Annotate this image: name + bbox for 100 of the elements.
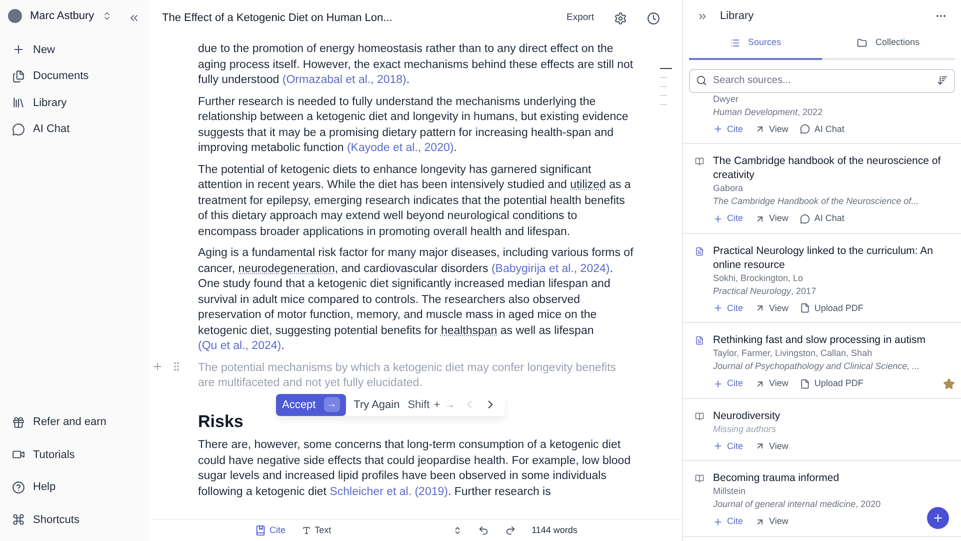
- book-icon: [254, 525, 266, 536]
- key-hint: +: [434, 398, 440, 412]
- plus-icon: [713, 303, 723, 314]
- avatar[interactable]: [8, 9, 22, 24]
- section-heading: Risks: [198, 412, 244, 432]
- export-button[interactable]: Export: [566, 10, 594, 26]
- arrow-icon: [755, 441, 766, 452]
- citation-link[interactable]: (Babygirija et al., 2024): [491, 262, 610, 274]
- star-icon[interactable]: [943, 378, 955, 390]
- drag-handle-icon[interactable]: [171, 360, 182, 372]
- source-title[interactable]: Neurodiversity: [713, 408, 780, 422]
- help-icon: [12, 480, 25, 494]
- plus-icon: [713, 214, 723, 224]
- library-icon: [12, 96, 25, 110]
- source-authors: Millstein: [713, 485, 746, 498]
- plus-icon: [713, 124, 723, 134]
- gift-icon: [12, 416, 25, 429]
- source-authors: Gabora: [713, 182, 744, 195]
- collapse-icon[interactable]: [128, 12, 140, 24]
- nav-item[interactable]: New: [33, 42, 56, 58]
- nav-item[interactable]: Tutorials: [33, 446, 75, 463]
- chat-action[interactable]: AI Chat: [800, 122, 844, 136]
- nav-item[interactable]: Shortcuts: [33, 512, 80, 528]
- add-block-icon[interactable]: [152, 360, 163, 372]
- arrow-icon: [755, 214, 766, 224]
- book-icon: [695, 157, 704, 166]
- cite-action[interactable]: Cite: [713, 212, 744, 226]
- user-name[interactable]: Marc Astbury: [30, 8, 94, 24]
- search-field[interactable]: Search sources...: [689, 68, 955, 92]
- nav-item[interactable]: Library: [33, 94, 67, 111]
- undo-icon[interactable]: [478, 525, 489, 536]
- search-input[interactable]: Search sources...: [713, 73, 931, 88]
- document-icon: [695, 246, 704, 256]
- citation-link[interactable]: Schleicher et al. (2019): [330, 486, 448, 498]
- book-icon: [695, 474, 704, 483]
- view-action[interactable]: View: [755, 440, 788, 453]
- arrow-icon: [755, 516, 766, 527]
- book-icon: [695, 412, 704, 420]
- citation-link[interactable]: (Qu et al., 2024): [198, 340, 282, 352]
- upload-action[interactable]: Upload PDF: [800, 377, 864, 390]
- cite-action[interactable]: Cite: [713, 515, 744, 528]
- source-venue: Practical Neurology, 2017: [713, 284, 816, 298]
- citation-link[interactable]: (Ormazabal et al., 2018): [282, 74, 406, 86]
- documents-icon: [12, 70, 25, 83]
- settings-icon[interactable]: [614, 12, 627, 24]
- source-venue: Journal of general internal medicine, 2020: [713, 498, 881, 511]
- text-style-dropdown[interactable]: Text: [302, 524, 462, 538]
- source-venue: Human Development, 2022: [713, 106, 823, 118]
- panel-tab[interactable]: Sources: [689, 36, 822, 60]
- source-authors: Missing authors: [713, 422, 776, 436]
- source-title[interactable]: Rethinking fast and slow processing in autism: [713, 333, 926, 347]
- word-count: 1144 words: [532, 524, 578, 537]
- chat-action[interactable]: AI Chat: [800, 212, 844, 226]
- arrow-icon: [755, 303, 766, 314]
- paragraph: There are, however, some concerns that long-term consumption of a ketogenic diet could have negative side effects that could jeopardise health. For example, low blood sugar levels and increased lipid profiles have been observed in some individuals following a ketogenic diet Schleicher et al. (2019). Further research is: [198, 438, 632, 500]
- cite-button[interactable]: Cite: [254, 524, 286, 538]
- nav-item[interactable]: Documents: [33, 68, 89, 84]
- view-action[interactable]: View: [755, 377, 788, 390]
- expand-icon[interactable]: [697, 10, 708, 22]
- nav-item[interactable]: Refer and earn: [33, 414, 106, 430]
- suggested-paragraph: The potential mechanisms by which a ketogenic diet may confer longevity benefits are multifaceted and not yet fully elucidated.: [198, 360, 618, 391]
- nav-item[interactable]: Help: [33, 479, 56, 496]
- citation-link[interactable]: (Kayode et al., 2020): [346, 142, 454, 154]
- paragraph: Aging is a fundamental risk factor for many major diseases, including various forms of cancer, neurodegeneration, and cardiovascular disorders (Babygirija et al., 2024). One study found that a ketogenic diet significantly increased median lifespan and survival in adult mice compared to controls. The researchers also observed preservation of motor function, memory, and muscle mass in aged mice on the ketogenic diet, suggesting potential benefits for healthspan as well as lifespan (Qu et al., 2024).: [198, 246, 634, 354]
- text-icon: [302, 526, 311, 535]
- add-button[interactable]: [927, 507, 949, 529]
- file-icon: [800, 378, 810, 389]
- document-icon: [695, 336, 704, 345]
- accept-button[interactable]: Accept →: [276, 394, 346, 416]
- panel-tab[interactable]: Collections: [822, 36, 955, 60]
- view-action[interactable]: View: [755, 302, 788, 315]
- nav-item[interactable]: AI Chat: [33, 121, 70, 138]
- redo-icon[interactable]: [504, 525, 516, 536]
- source-authors: Sokhi, Brockington, Lo: [713, 272, 804, 284]
- source-venue: The Cambridge Handbook of the Neuroscience of...: [713, 195, 919, 208]
- chevron-icon[interactable]: [102, 11, 112, 22]
- panel-title: Library: [720, 8, 754, 24]
- cite-action[interactable]: Cite: [713, 377, 744, 390]
- try-again-button[interactable]: Try Again: [354, 396, 400, 413]
- upload-action[interactable]: Upload PDF: [800, 302, 864, 315]
- paragraph: due to the promotion of energy homeostasis rather than to any direct effect on the aging process itself. However, the exact mechanisms behind these effects are still not fully understood (Ormazabal et al., 2018).: [198, 42, 634, 88]
- cite-action[interactable]: Cite: [713, 440, 744, 453]
- source-authors: Dwyer: [713, 92, 739, 106]
- arrow-icon: [755, 124, 766, 134]
- cite-action[interactable]: Cite: [713, 122, 744, 136]
- history-icon[interactable]: [647, 12, 660, 24]
- paragraph: The potential of ketogenic diets to enhance longevity has garnered significant attention in recent years. While the diet has been intensively studied and utilized as a treatment for epilepsy, emerging research indicates that the potential health benefits of this dietary approach may extend well beyond neurological conditions to encompass broader applications in promoting overall health and lifespan.: [198, 162, 632, 240]
- source-title[interactable]: The Cambridge handbook of the neuroscience of creativity: [713, 154, 949, 182]
- sort-icon[interactable]: [937, 75, 948, 86]
- cite-action[interactable]: Cite: [713, 302, 744, 315]
- plus-icon: [12, 43, 25, 56]
- source-title[interactable]: Practical Neurology linked to the curriculum: An online resource: [713, 244, 949, 272]
- view-action[interactable]: View: [755, 212, 788, 226]
- view-action[interactable]: View: [755, 122, 788, 136]
- source-title[interactable]: Becoming trauma informed: [713, 471, 840, 485]
- view-action[interactable]: View: [755, 515, 788, 528]
- plus-icon: [932, 512, 944, 524]
- folder-icon: [857, 38, 868, 48]
- video-icon: [12, 448, 25, 462]
- paragraph: Further research is needed to fully understand the mechanisms underlying the relationship between a ketogenic diet and longevity in humans, but existing evidence suggests that it may be a promising dietary pattern for increasing health-span and improving metabolic function (Kayode et al., 2020).: [198, 94, 630, 156]
